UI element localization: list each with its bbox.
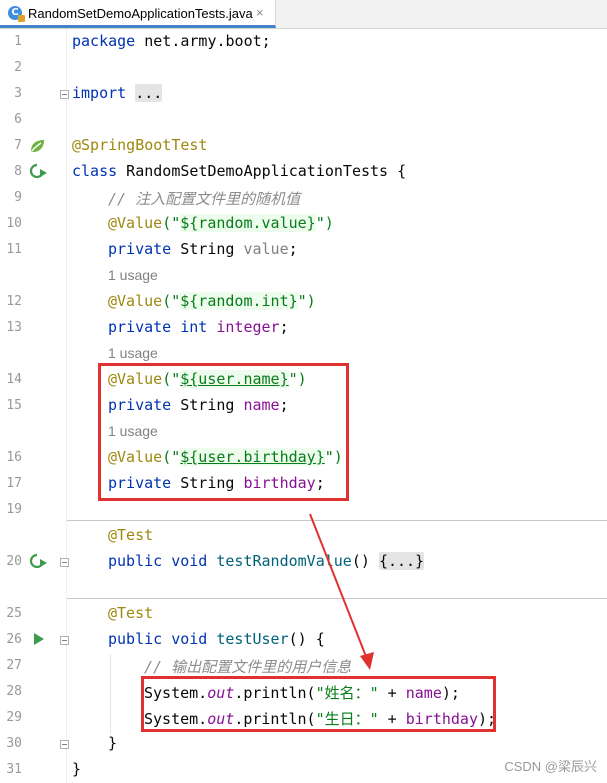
annotation-arrow bbox=[309, 513, 374, 670]
watermark: CSDN @梁辰兴 bbox=[504, 759, 597, 774]
